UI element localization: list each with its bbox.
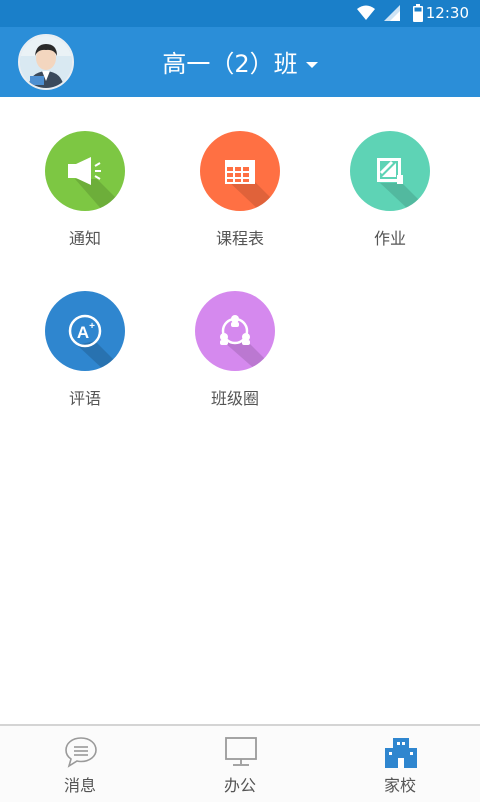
nav-office[interactable]: 办公 [160, 726, 320, 802]
signal-icon [384, 5, 400, 21]
tile-schedule[interactable]: 课程表 [180, 131, 300, 249]
status-time: 12:30 [425, 4, 469, 22]
nav-label: 消息 [63, 776, 96, 795]
tile-label: 班级圈 [210, 389, 259, 408]
dropdown-caret-icon [305, 62, 318, 68]
tile-label: 评语 [68, 389, 101, 408]
tile-notice[interactable]: 通知 [25, 131, 145, 249]
svg-text:A: A [77, 323, 89, 342]
header: 高一（2）班 [0, 27, 480, 97]
notice-circle [45, 131, 125, 211]
tile-comments[interactable]: A + 评语 [25, 291, 145, 409]
nav-messages[interactable]: 消息 [0, 726, 160, 802]
nav-label: 家校 [383, 776, 416, 795]
chat-bubble-icon [65, 737, 97, 768]
schedule-circle [200, 131, 280, 211]
tile-class-circle[interactable]: 班级圈 [175, 291, 295, 409]
grade-a-plus-icon: A + [68, 314, 125, 371]
comments-circle: A + [45, 291, 125, 371]
nav-home-school[interactable]: 家校 [320, 726, 480, 802]
nav-label: 办公 [223, 776, 256, 795]
wifi-icon [357, 5, 375, 20]
school-building-icon [385, 738, 417, 768]
homework-icon [377, 158, 430, 211]
battery-icon [413, 4, 423, 22]
tile-label: 课程表 [215, 229, 264, 248]
tile-label: 通知 [68, 229, 101, 248]
page-title: 高一（2）班 [162, 50, 298, 78]
tile-homework[interactable]: 作业 [330, 131, 450, 249]
tile-label: 作业 [373, 229, 406, 248]
group-icon [220, 315, 275, 371]
megaphone-icon [68, 157, 125, 211]
bottom-nav: 消息 办公 家校 [0, 724, 480, 802]
timetable-icon [225, 160, 280, 211]
homework-circle [350, 131, 430, 211]
class-circle-circle [195, 291, 275, 371]
class-selector[interactable]: 高一（2）班 [0, 44, 480, 79]
status-bar: 12:30 [0, 0, 480, 27]
monitor-icon [225, 737, 257, 766]
svg-text:+: + [89, 321, 95, 332]
